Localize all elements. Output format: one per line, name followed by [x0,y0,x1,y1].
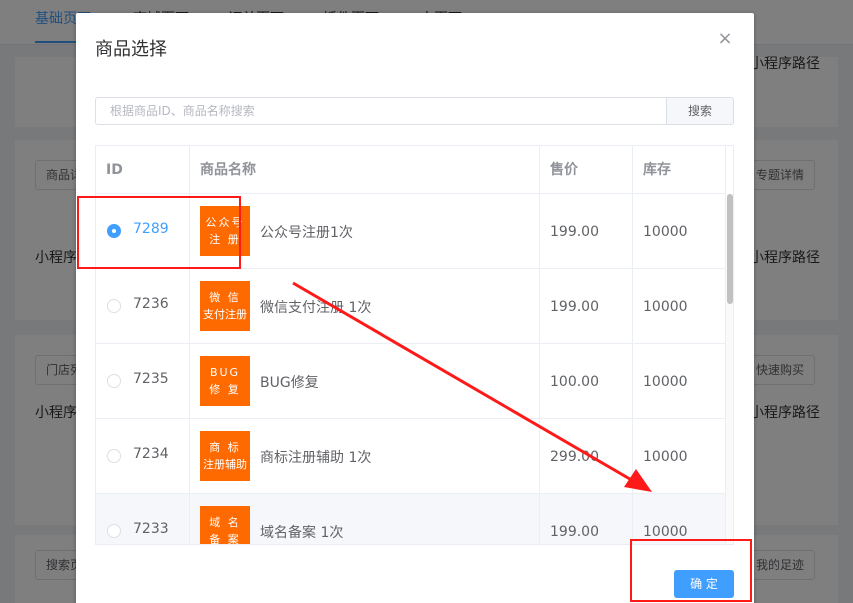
product-name: BUG修复 [260,375,319,391]
product-name: 公众号注册1次 [260,225,353,241]
thumbnail-text: 商 标 [209,441,241,454]
price-cell: 199.00 [540,194,633,269]
search-input[interactable] [95,97,667,125]
thumbnail-text: 微 信 [209,291,241,304]
table-row[interactable]: 7233 域 名 备 案 域名备案 1次 199.00 10000 [96,494,726,545]
thumbnail-text: 支付注册 [203,308,247,321]
column-header-id: ID [96,146,190,194]
id-cell: 7236 [96,269,190,344]
product-thumbnail: BUG 修 复 [200,356,250,406]
product-name: 域名备案 1次 [260,525,344,541]
product-price: 299.00 [550,449,599,465]
table-row[interactable]: 7236 微 信 支付注册 微信支付注册 1次 199.00 10000 [96,269,726,344]
row-radio[interactable] [107,449,121,463]
id-cell: 7234 [96,419,190,494]
id-cell: 7235 [96,344,190,419]
row-radio[interactable] [107,299,121,313]
thumbnail-text: 注册辅助 [203,458,247,471]
row-radio[interactable] [107,524,121,538]
product-id: 7234 [133,446,169,462]
product-select-dialog: 商品选择 × 搜索 ID 商品名称 售价 库存 7289 公众号 注 册 公众号… [76,13,754,603]
thumbnail-text: 修 复 [209,383,241,396]
product-stock: 10000 [643,224,688,240]
stock-cell: 10000 [633,494,726,544]
stock-cell: 10000 [633,419,726,494]
product-stock: 10000 [643,524,688,540]
annotation-box-selected-row [77,196,241,269]
product-name: 商标注册辅助 1次 [260,450,372,466]
column-header-name: 商品名称 [190,146,540,194]
product-thumbnail: 商 标 注册辅助 [200,431,250,481]
column-header-price: 售价 [540,146,633,194]
name-cell: 商 标 注册辅助 商标注册辅助 1次 [190,419,540,494]
name-cell: 域 名 备 案 域名备案 1次 [190,494,540,545]
name-cell: 公众号 注 册 公众号注册1次 [190,194,540,269]
product-price: 199.00 [550,224,599,240]
product-price: 199.00 [550,299,599,315]
thumbnail-text: BUG [209,366,241,379]
product-stock: 10000 [643,449,688,465]
product-stock: 10000 [643,299,688,315]
product-id: 7233 [133,521,169,537]
product-name: 微信支付注册 1次 [260,300,372,316]
table-row[interactable]: 7234 商 标 注册辅助 商标注册辅助 1次 299.00 10000 [96,419,726,494]
price-cell: 100.00 [540,344,633,419]
table-header: ID 商品名称 售价 库存 [96,146,726,194]
name-cell: BUG 修 复 BUG修复 [190,344,540,419]
product-price: 199.00 [550,524,599,540]
stock-cell: 10000 [633,194,726,269]
id-cell: 7233 [96,494,190,544]
close-icon[interactable]: × [717,30,733,48]
name-cell: 微 信 支付注册 微信支付注册 1次 [190,269,540,344]
price-cell: 299.00 [540,419,633,494]
table-row[interactable]: 7235 BUG 修 复 BUG修复 100.00 10000 [96,344,726,419]
product-thumbnail: 微 信 支付注册 [200,281,250,331]
stock-cell: 10000 [633,269,726,344]
product-thumbnail: 域 名 备 案 [200,506,250,545]
column-header-stock: 库存 [633,146,726,194]
price-cell: 199.00 [540,269,633,344]
thumbnail-text: 备 案 [209,533,241,545]
row-radio[interactable] [107,374,121,388]
product-id: 7236 [133,296,169,312]
stock-cell: 10000 [633,344,726,419]
thumbnail-text: 域 名 [209,516,241,529]
search-button[interactable]: 搜索 [666,97,734,125]
table-scrollbar-thumb[interactable] [727,194,733,304]
product-stock: 10000 [643,374,688,390]
dialog-title: 商品选择 [95,39,167,60]
price-cell: 199.00 [540,494,633,544]
product-id: 7235 [133,371,169,387]
annotation-box-confirm [630,539,752,602]
product-price: 100.00 [550,374,599,390]
